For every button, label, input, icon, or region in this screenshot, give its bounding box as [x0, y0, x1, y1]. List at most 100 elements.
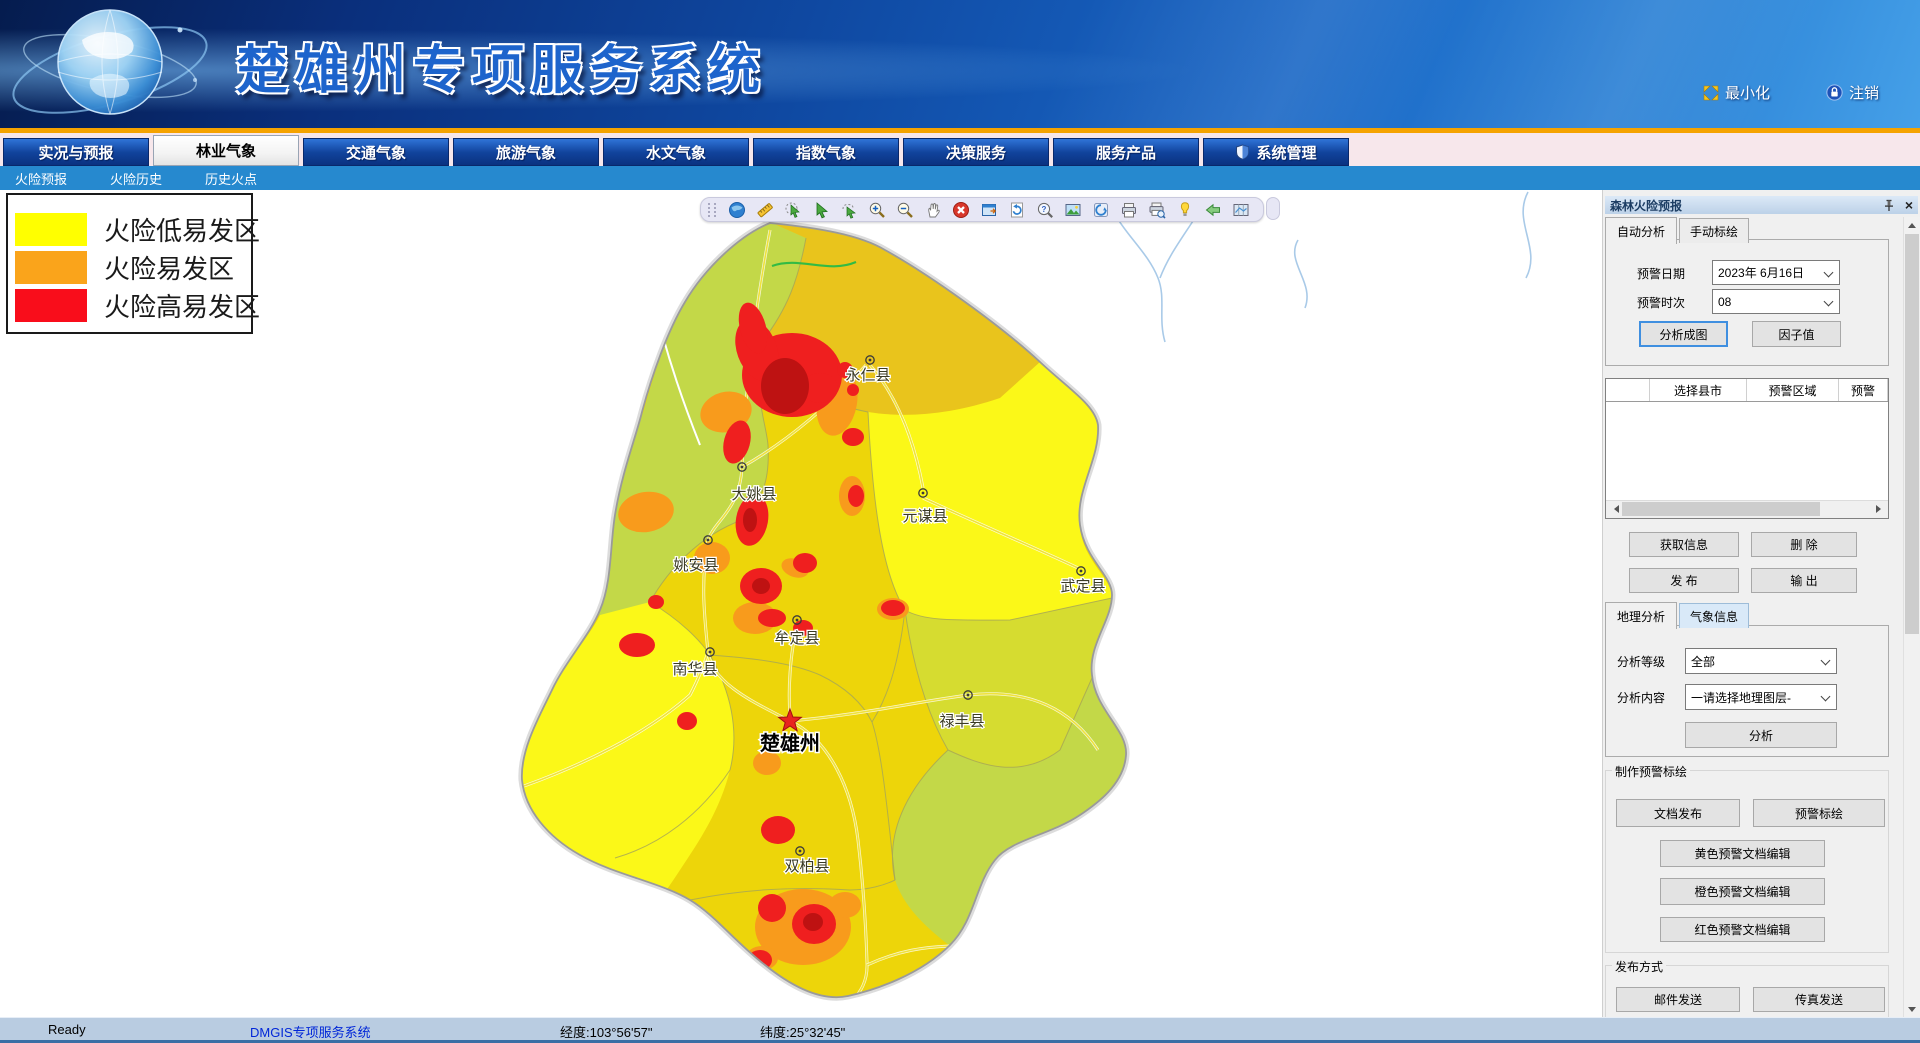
tab-旅游气象[interactable]: 旅游气象 — [453, 138, 599, 166]
capital-label: 楚雄州 — [760, 731, 820, 755]
globe-icon[interactable] — [725, 200, 749, 220]
submenu-item-历史火点[interactable]: 历史火点 — [205, 169, 257, 188]
submenu-bar: 火险预报 火险历史 历史火点 — [0, 166, 1920, 190]
get-info-button[interactable]: 获取信息 — [1629, 532, 1739, 557]
analysis-level-label: 分析等级 — [1617, 653, 1665, 670]
tab-label: 指数气象 — [796, 142, 856, 163]
snapshot-icon[interactable] — [1089, 200, 1113, 220]
scroll-down-arrow[interactable] — [1904, 1001, 1920, 1017]
status-latitude: 纬度:25°32'45" — [760, 1022, 845, 1041]
analyze-map-button[interactable]: 分析成图 — [1639, 321, 1728, 347]
county-label-大姚县: 大姚县 — [731, 486, 776, 503]
pin-icon[interactable] — [1883, 199, 1895, 212]
bulb-icon[interactable] — [1173, 200, 1197, 220]
status-longitude: 经度:103°56'57" — [560, 1022, 653, 1041]
minimize-button[interactable]: 最小化 — [1703, 82, 1770, 103]
legend-label: 火险易发区 — [104, 249, 234, 286]
main-content: 永仁县大姚县元谋县姚安县武定县牟定县南华县禄丰县双柏县楚雄州 火险低易发区火险易… — [0, 190, 1920, 1017]
zoom-out-icon[interactable] — [893, 200, 917, 220]
tab-交通气象[interactable]: 交通气象 — [303, 138, 449, 166]
county-label-南华县: 南华县 — [672, 661, 717, 678]
svg-text:?: ? — [1042, 204, 1047, 213]
export-button[interactable]: 输 出 — [1751, 568, 1857, 593]
forest-fire-panel: 森林火险预报 × 自动分析 手动标绘 预警日期 2023年 6月16日 预警时次 — [1602, 190, 1920, 1017]
select-arrow-icon[interactable] — [809, 200, 833, 220]
measure-icon[interactable] — [753, 200, 777, 220]
select-lasso-icon[interactable] — [837, 200, 861, 220]
county-label-禄丰县: 禄丰县 — [939, 713, 984, 730]
tab-系统管理[interactable]: 系统管理 — [1203, 138, 1349, 166]
tab-auto-analysis[interactable]: 自动分析 — [1605, 217, 1677, 244]
submenu-item-火险预报[interactable]: 火险预报 — [15, 169, 67, 188]
refresh-icon[interactable] — [1005, 200, 1029, 220]
zoom-in-icon[interactable] — [865, 200, 889, 220]
tab-实况与预报[interactable]: 实况与预报 — [3, 138, 149, 166]
submenu-item-火险历史[interactable]: 火险历史 — [110, 169, 162, 188]
tab-水文气象[interactable]: 水文气象 — [603, 138, 749, 166]
analysis-level-select[interactable]: 全部 — [1685, 648, 1837, 674]
geo-tabstrip: 地理分析 气象信息 — [1605, 602, 1751, 628]
stop-icon[interactable] — [949, 200, 973, 220]
tab-geo-analysis[interactable]: 地理分析 — [1605, 602, 1677, 629]
red-doc-button[interactable]: 红色预警文档编辑 — [1660, 917, 1825, 942]
window-extent-icon[interactable] — [977, 200, 1001, 220]
table-header-预警区域[interactable]: 预警区域 — [1747, 379, 1839, 401]
logout-button[interactable]: 注销 — [1826, 82, 1879, 103]
scroll-up-arrow[interactable] — [1904, 217, 1920, 233]
yellow-doc-button[interactable]: 黄色预警文档编辑 — [1660, 840, 1825, 867]
status-system-link[interactable]: DMGIS专项服务系统 — [250, 1022, 371, 1041]
factor-value-button[interactable]: 因子值 — [1752, 321, 1841, 347]
scroll-left-arrow[interactable] — [1606, 501, 1622, 517]
chevron-down-icon — [1821, 656, 1831, 666]
chevron-down-icon — [1824, 268, 1834, 278]
toolbar-overflow-handle[interactable] — [1266, 197, 1280, 220]
table-hscrollbar[interactable] — [1606, 500, 1888, 518]
orange-doc-button[interactable]: 橙色预警文档编辑 — [1660, 878, 1825, 905]
table-header-选择县市[interactable]: 选择县市 — [1650, 379, 1747, 401]
table-header-select[interactable] — [1606, 379, 1650, 401]
toolbar-grip[interactable] — [708, 203, 716, 217]
tab-决策服务[interactable]: 决策服务 — [903, 138, 1049, 166]
table-body[interactable] — [1606, 402, 1888, 501]
warn-plot-button[interactable]: 预警标绘 — [1753, 799, 1885, 827]
vscroll-thumb[interactable] — [1905, 234, 1919, 634]
map-area[interactable]: 永仁县大姚县元谋县姚安县武定县牟定县南华县禄丰县双柏县楚雄州 火险低易发区火险易… — [0, 190, 1602, 1017]
image-icon[interactable] — [1061, 200, 1085, 220]
tab-weather-info[interactable]: 气象信息 — [1679, 603, 1749, 628]
tab-服务产品[interactable]: 服务产品 — [1053, 138, 1199, 166]
tab-指数气象[interactable]: 指数气象 — [753, 138, 899, 166]
analysis-content-select[interactable]: 一请选择地理图层- — [1685, 684, 1837, 710]
tab-林业气象[interactable]: 林业气象 — [153, 135, 299, 166]
publish-button[interactable]: 发 布 — [1629, 568, 1739, 593]
hscroll-thumb[interactable] — [1622, 502, 1820, 516]
select-circle-icon[interactable] — [781, 200, 805, 220]
email-send-button[interactable]: 邮件发送 — [1616, 987, 1740, 1012]
warning-table: 选择县市预警区域预警 — [1605, 378, 1889, 519]
analyze-button[interactable]: 分析 — [1685, 722, 1837, 748]
tab-manual-plot[interactable]: 手动标绘 — [1679, 218, 1749, 243]
app-title: 楚雄州专项服务系统 — [236, 28, 767, 103]
county-label-元谋县: 元谋县 — [902, 508, 947, 525]
delete-button[interactable]: 删 除 — [1751, 532, 1857, 557]
warn-time-label: 预警时次 — [1637, 294, 1685, 311]
print-icon[interactable] — [1117, 200, 1141, 220]
panel-title: 森林火险预报 — [1610, 197, 1883, 214]
identify-icon[interactable]: ? — [1033, 200, 1057, 220]
panel-vscrollbar[interactable] — [1903, 217, 1920, 1017]
scroll-right-arrow[interactable] — [1872, 501, 1888, 517]
warn-date-select[interactable]: 2023年 6月16日 — [1712, 260, 1840, 285]
close-icon[interactable]: × — [1905, 198, 1913, 212]
county-label-永仁县: 永仁县 — [845, 367, 890, 384]
pan-icon[interactable] — [921, 200, 945, 220]
table-header-预警[interactable]: 预警 — [1839, 379, 1888, 401]
back-icon[interactable] — [1201, 200, 1225, 220]
county-label-姚安县: 姚安县 — [673, 557, 718, 574]
app-banner: 楚雄州专项服务系统 最小化 注销 — [0, 0, 1920, 128]
overview-icon[interactable] — [1229, 200, 1253, 220]
tab-label: 水文气象 — [646, 142, 706, 163]
fax-send-button[interactable]: 传真发送 — [1753, 987, 1885, 1012]
warn-time-select[interactable]: 08 — [1712, 289, 1840, 314]
print-preview-icon[interactable] — [1145, 200, 1169, 220]
plot-group-label: 制作预警标绘 — [1612, 763, 1690, 780]
doc-publish-button[interactable]: 文档发布 — [1616, 799, 1740, 827]
